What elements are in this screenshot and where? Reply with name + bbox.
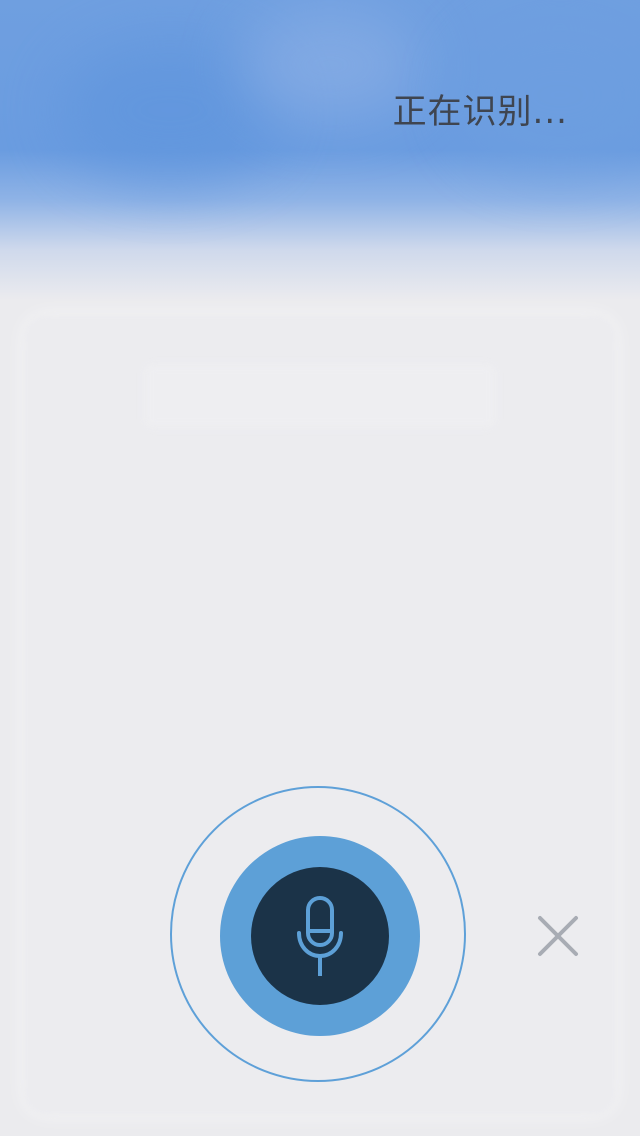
recognition-status-text: 正在识别... — [392, 92, 568, 132]
microphone-icon — [297, 896, 343, 976]
blurred-background-bar — [145, 365, 495, 427]
header-gradient — [0, 0, 640, 300]
close-button[interactable] — [528, 906, 588, 966]
close-icon — [538, 916, 578, 956]
